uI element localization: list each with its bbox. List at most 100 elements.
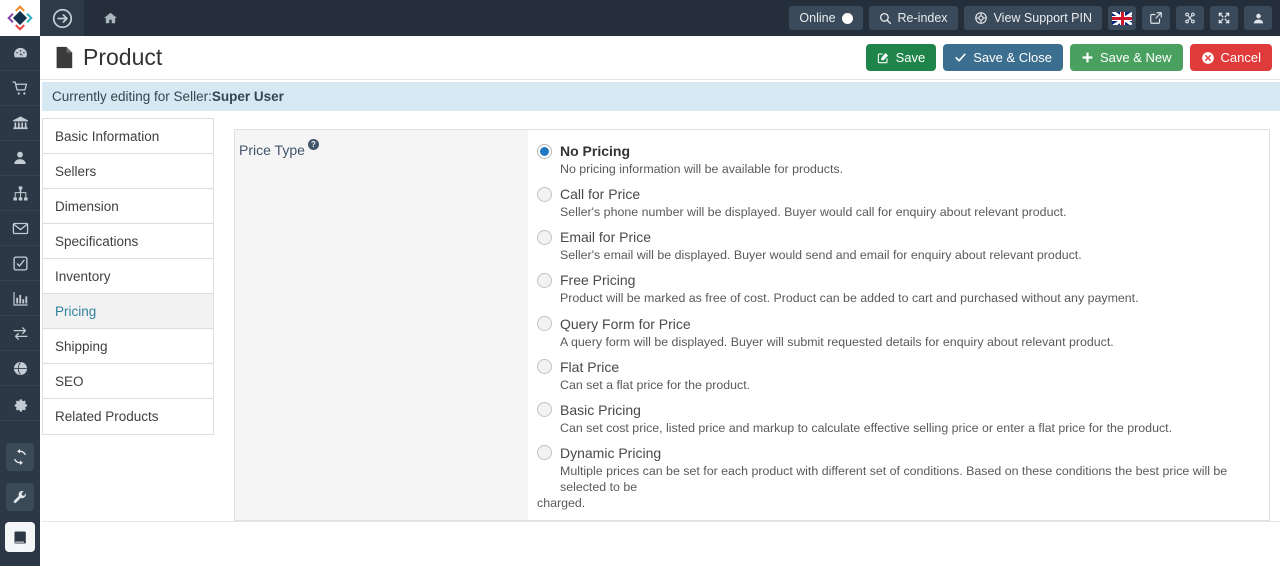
pricing-panel: Price Type ? No Pricing No pricing infor…: [234, 129, 1270, 521]
tab-specifications[interactable]: Specifications: [43, 224, 213, 259]
tab-label: Pricing: [55, 304, 97, 319]
user-icon: [12, 150, 28, 166]
rail-item-refresh[interactable]: [0, 437, 40, 477]
close-icon: [1201, 51, 1215, 65]
option-label: Basic Pricing: [560, 401, 641, 418]
price-type-option-flat-price[interactable]: Flat Price Can set a flat price for the …: [537, 359, 1269, 393]
cancel-button[interactable]: Cancel: [1189, 44, 1272, 71]
search-icon: [879, 12, 892, 25]
rail-item-tasks[interactable]: [0, 246, 40, 281]
bar-chart-icon: [12, 290, 29, 307]
radio-call-for-price[interactable]: [537, 186, 552, 202]
tab-basic-information[interactable]: Basic Information: [43, 119, 213, 154]
tab-label: Shipping: [55, 339, 108, 354]
rail-item-dashboard[interactable]: [0, 36, 40, 71]
app-logo[interactable]: [0, 0, 40, 36]
rail-item-cart[interactable]: [0, 71, 40, 106]
check-icon: [954, 51, 967, 64]
check-square-icon: [12, 255, 29, 272]
radio-basic-pricing[interactable]: [537, 402, 552, 418]
joomla-button[interactable]: [1176, 6, 1204, 30]
user-menu-button[interactable]: [1244, 6, 1272, 30]
tab-related-products[interactable]: Related Products: [43, 399, 213, 434]
option-label: Free Pricing: [560, 272, 636, 289]
rail-item-transactions[interactable]: [0, 316, 40, 351]
seller-notice: Currently editing for Seller: Super User: [42, 82, 1280, 111]
forward-arrow-button[interactable]: [40, 0, 84, 36]
topbar-actions: Online Re-index View Support PIN: [789, 0, 1280, 36]
radio-no-pricing[interactable]: [537, 143, 552, 159]
external-link-icon: [1149, 11, 1163, 25]
radio-flat-price[interactable]: [537, 359, 552, 375]
sitemap-icon: [12, 185, 29, 202]
expand-icon: [1217, 11, 1231, 25]
save-button[interactable]: Save: [865, 44, 937, 71]
support-pin-label: View Support PIN: [993, 11, 1092, 25]
option-label: Flat Price: [560, 358, 620, 375]
top-bar: Online Re-index View Support PIN: [0, 0, 1280, 36]
page-header: Product Save Save & Close Save & New Can…: [40, 36, 1280, 80]
option-label: Query Form for Price: [560, 315, 691, 332]
radio-query-form-for-price[interactable]: [537, 316, 552, 331]
online-status-button[interactable]: Online: [789, 6, 863, 30]
help-icon[interactable]: ?: [307, 139, 319, 150]
online-indicator-icon: [841, 12, 853, 24]
option-label: Call for Price: [560, 186, 641, 203]
price-type-option-basic-pricing[interactable]: Basic Pricing Can set cost price, listed…: [537, 402, 1269, 436]
radio-dynamic-pricing[interactable]: [537, 445, 552, 461]
price-type-option-email-for-price[interactable]: Email for Price Seller's email will be d…: [537, 229, 1269, 263]
rail-item-sitemap[interactable]: [0, 176, 40, 211]
globe-icon: [12, 360, 29, 377]
rail-item-reports[interactable]: [0, 281, 40, 316]
seller-notice-prefix: Currently editing for Seller:: [52, 89, 212, 104]
tab-seo[interactable]: SEO: [43, 364, 213, 399]
save-and-close-button[interactable]: Save & Close: [943, 44, 1063, 71]
user-icon: [1252, 12, 1265, 25]
save-new-label: Save & New: [1099, 50, 1172, 65]
option-description: Can set cost price, listed price and mar…: [560, 420, 1173, 435]
price-type-option-call-for-price[interactable]: Call for Price Seller's phone number wil…: [537, 186, 1269, 220]
rail-item-catalog[interactable]: [0, 517, 40, 557]
header-actions: Save Save & Close Save & New Cancel: [865, 44, 1272, 71]
price-type-option-no-pricing[interactable]: No Pricing No pricing information will b…: [537, 143, 1269, 177]
lifebuoy-icon: [974, 11, 988, 25]
fullscreen-button[interactable]: [1210, 6, 1238, 30]
tab-shipping[interactable]: Shipping: [43, 329, 213, 364]
rail-item-users[interactable]: [0, 141, 40, 176]
option-description: No pricing information will be available…: [560, 162, 844, 176]
joomla-icon: [1183, 11, 1197, 25]
price-type-option-dynamic-pricing[interactable]: Dynamic Pricing Multiple prices can be s…: [537, 445, 1269, 511]
plus-icon: [1081, 51, 1094, 64]
rail-item-globe[interactable]: [0, 351, 40, 386]
rail-item-settings[interactable]: [0, 386, 40, 421]
preview-site-button[interactable]: [1142, 6, 1170, 30]
tab-pricing[interactable]: Pricing: [43, 294, 213, 329]
price-type-option-free-pricing[interactable]: Free Pricing Product will be marked as f…: [537, 272, 1269, 306]
language-flag-button[interactable]: [1108, 6, 1136, 30]
tab-label: Related Products: [55, 409, 159, 424]
seller-notice-name: Super User: [211, 89, 284, 104]
radio-free-pricing[interactable]: [537, 272, 552, 288]
price-type-option-query-form-for-price[interactable]: Query Form for Price A query form will b…: [537, 316, 1269, 350]
tab-inventory[interactable]: Inventory: [43, 259, 213, 294]
reindex-button[interactable]: Re-index: [868, 6, 958, 30]
save-and-new-button[interactable]: Save & New: [1069, 44, 1183, 71]
envelope-icon: [12, 220, 29, 237]
price-type-radio-group: No Pricing No pricing information will b…: [528, 130, 1269, 520]
tab-dimension[interactable]: Dimension: [43, 189, 213, 224]
content-divider: [42, 521, 1280, 522]
tab-label: Basic Information: [55, 129, 160, 144]
page-title-text: Product: [83, 44, 163, 70]
rail-divider: [0, 421, 40, 437]
radio-email-for-price[interactable]: [537, 229, 552, 245]
rail-item-bank[interactable]: [0, 106, 40, 141]
view-support-pin-button[interactable]: View Support PIN: [963, 6, 1102, 30]
gear-icon: [12, 395, 29, 412]
option-label: Email for Price: [560, 229, 652, 246]
home-button[interactable]: [84, 0, 136, 36]
rail-item-mail[interactable]: [0, 211, 40, 246]
save-icon: [877, 51, 890, 64]
field-label-column: Price Type ?: [235, 130, 528, 520]
rail-item-tools[interactable]: [0, 477, 40, 517]
tab-sellers[interactable]: Sellers: [43, 154, 213, 189]
